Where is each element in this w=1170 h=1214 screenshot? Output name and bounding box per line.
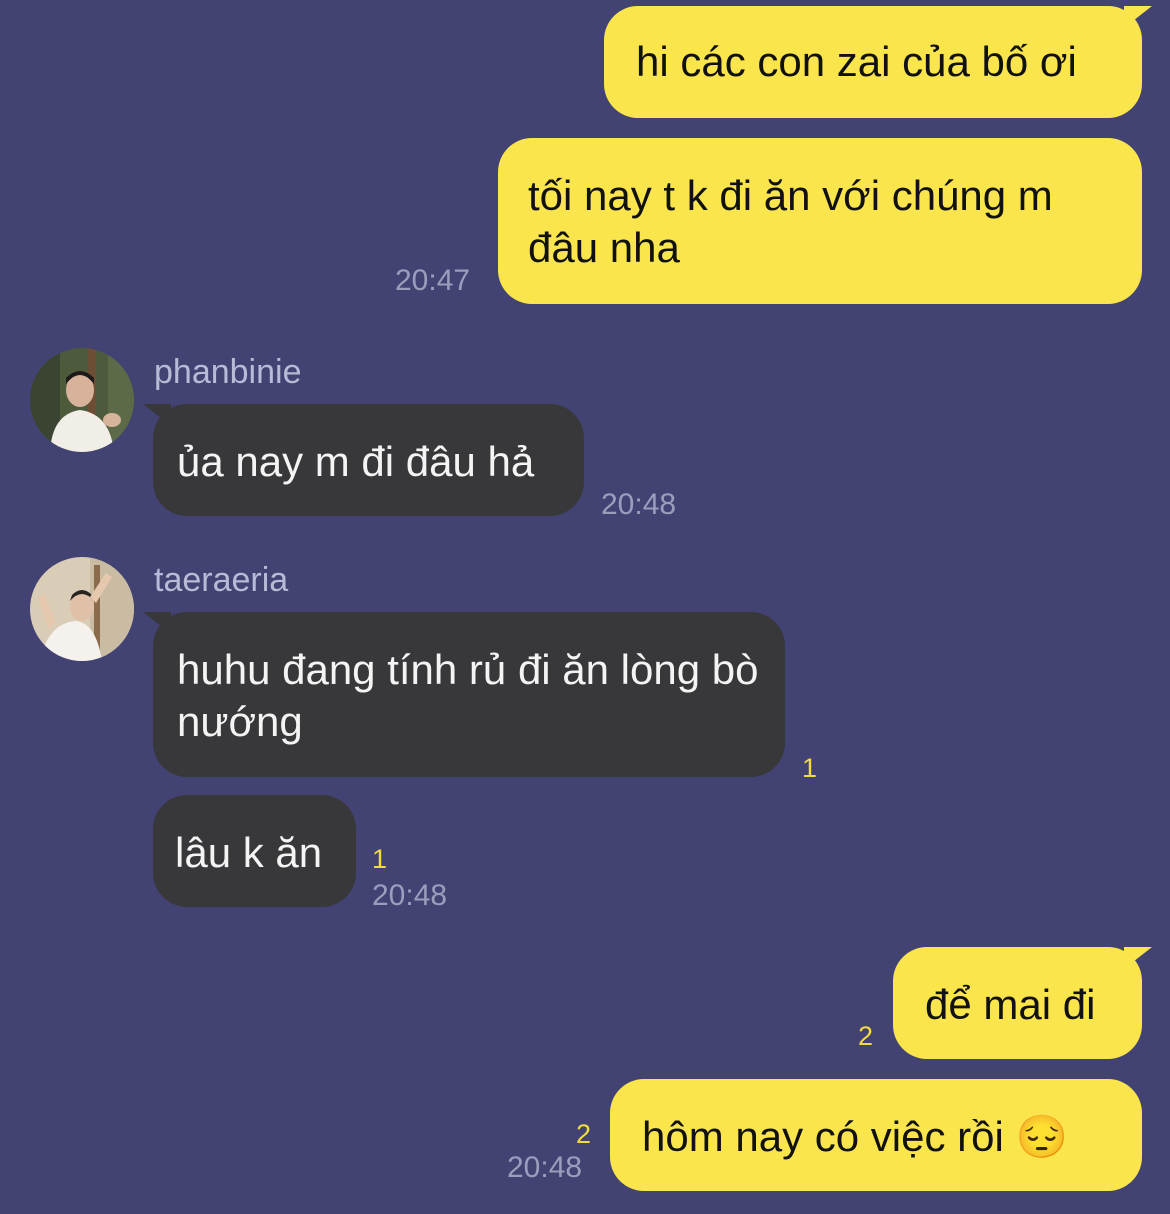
message-text: ủa nay m đi đâu hả [177,438,535,485]
message-bubble-incoming[interactable]: huhu đang tính rủ đi ăn lòng bò nướng [143,612,785,777]
message-bubble-incoming[interactable]: ủa nay m đi đâu hả [143,404,584,516]
profile-photo-icon [30,348,134,452]
message-text: huhu đang tính rủ đi ăn lòng bò nướng [177,646,759,745]
message-text: hôm nay có việc rồi 😔 [642,1113,1068,1160]
message-text: tối nay t k đi ăn với chúng m đâu nha [528,172,1053,271]
unread-count: 1 [802,753,818,783]
message-bubble-outgoing[interactable]: để mai đi [893,947,1152,1059]
profile-photo-icon [30,557,134,661]
unread-count: 1 [372,844,388,874]
sender-name: taeraeria [154,561,289,599]
message-timestamp: 20:47 [395,264,471,297]
message-bubble-outgoing[interactable]: tối nay t k đi ăn với chúng m đâu nha [498,138,1142,304]
avatar-phanbinie[interactable] [30,348,134,452]
avatar-taeraeria[interactable] [30,557,134,661]
unread-count: 2 [576,1119,592,1149]
message-text: để mai đi [925,981,1096,1028]
message-text: lâu k ăn [175,829,323,876]
sender-name: phanbinie [154,353,302,391]
unread-count: 2 [858,1021,874,1051]
message-timestamp: 20:48 [601,488,677,521]
message-bubble-incoming[interactable]: lâu k ăn [153,795,356,907]
message-text: hi các con zai của bố ơi [636,38,1077,85]
message-bubble-outgoing[interactable]: hôm nay có việc rồi 😔 [610,1079,1142,1191]
message-timestamp: 20:48 [507,1151,583,1184]
message-timestamp: 20:48 [372,879,448,912]
message-bubble-outgoing[interactable]: hi các con zai của bố ơi [604,6,1152,118]
